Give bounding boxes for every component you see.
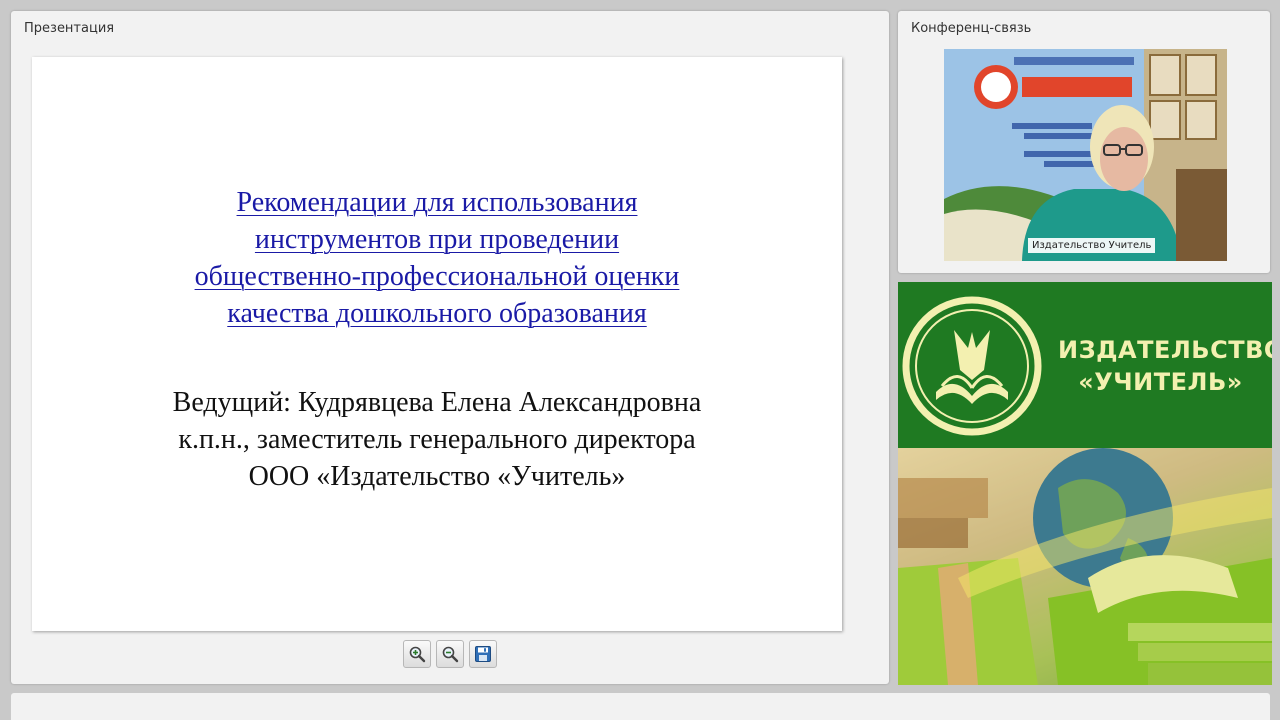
bottom-bar bbox=[11, 693, 1270, 720]
speaker-video-frame bbox=[944, 49, 1227, 261]
save-button[interactable] bbox=[469, 640, 497, 668]
slide-presenter-info: Ведущий: Кудрявцева Елена Александровна … bbox=[32, 384, 842, 495]
zoom-out-button[interactable] bbox=[436, 640, 464, 668]
slide-title[interactable]: Рекомендации для использования инструмен… bbox=[32, 184, 842, 332]
publisher-logo-icon bbox=[902, 296, 1042, 436]
slide-title-line[interactable]: общественно-профессиональной оценки bbox=[32, 258, 842, 295]
conference-panel-title: Конференц-связь bbox=[911, 21, 1032, 36]
presentation-slide: Рекомендации для использования инструмен… bbox=[32, 57, 842, 631]
zoom-in-icon bbox=[409, 646, 426, 663]
publisher-banner: ИЗДАТЕЛЬСТВО «УЧИТЕЛЬ» bbox=[898, 282, 1272, 685]
publisher-banner-image bbox=[898, 448, 1272, 685]
conference-panel: Конференц-связь Издательство Учитель bbox=[898, 11, 1270, 273]
presenter-company: ООО «Издательство «Учитель» bbox=[248, 461, 626, 492]
publisher-name-line1: ИЗДАТЕЛЬСТВО bbox=[1058, 336, 1272, 364]
presentation-toolbar bbox=[403, 640, 497, 668]
presentation-panel-title: Презентация bbox=[24, 21, 115, 36]
video-caption: Издательство Учитель bbox=[1028, 238, 1156, 253]
slide-title-line[interactable]: качества дошкольного образования bbox=[32, 295, 842, 332]
zoom-out-icon bbox=[442, 646, 459, 663]
presentation-panel: Презентация Рекомендации для использован… bbox=[11, 11, 889, 684]
slide-title-line[interactable]: инструментов при проведении bbox=[32, 221, 842, 258]
zoom-in-button[interactable] bbox=[403, 640, 431, 668]
publisher-banner-top: ИЗДАТЕЛЬСТВО «УЧИТЕЛЬ» bbox=[898, 282, 1272, 448]
publisher-name-line2: «УЧИТЕЛЬ» bbox=[1078, 368, 1243, 396]
presenter-name: Ведущий: Кудрявцева Елена Александровна bbox=[172, 387, 702, 418]
presenter-position: к.п.н., заместитель генерального директо… bbox=[178, 424, 696, 455]
slide-title-line[interactable]: Рекомендации для использования bbox=[32, 184, 842, 221]
webcam-video[interactable]: Издательство Учитель bbox=[944, 49, 1227, 261]
books-globe-illustration bbox=[898, 448, 1272, 685]
save-icon bbox=[475, 646, 491, 662]
